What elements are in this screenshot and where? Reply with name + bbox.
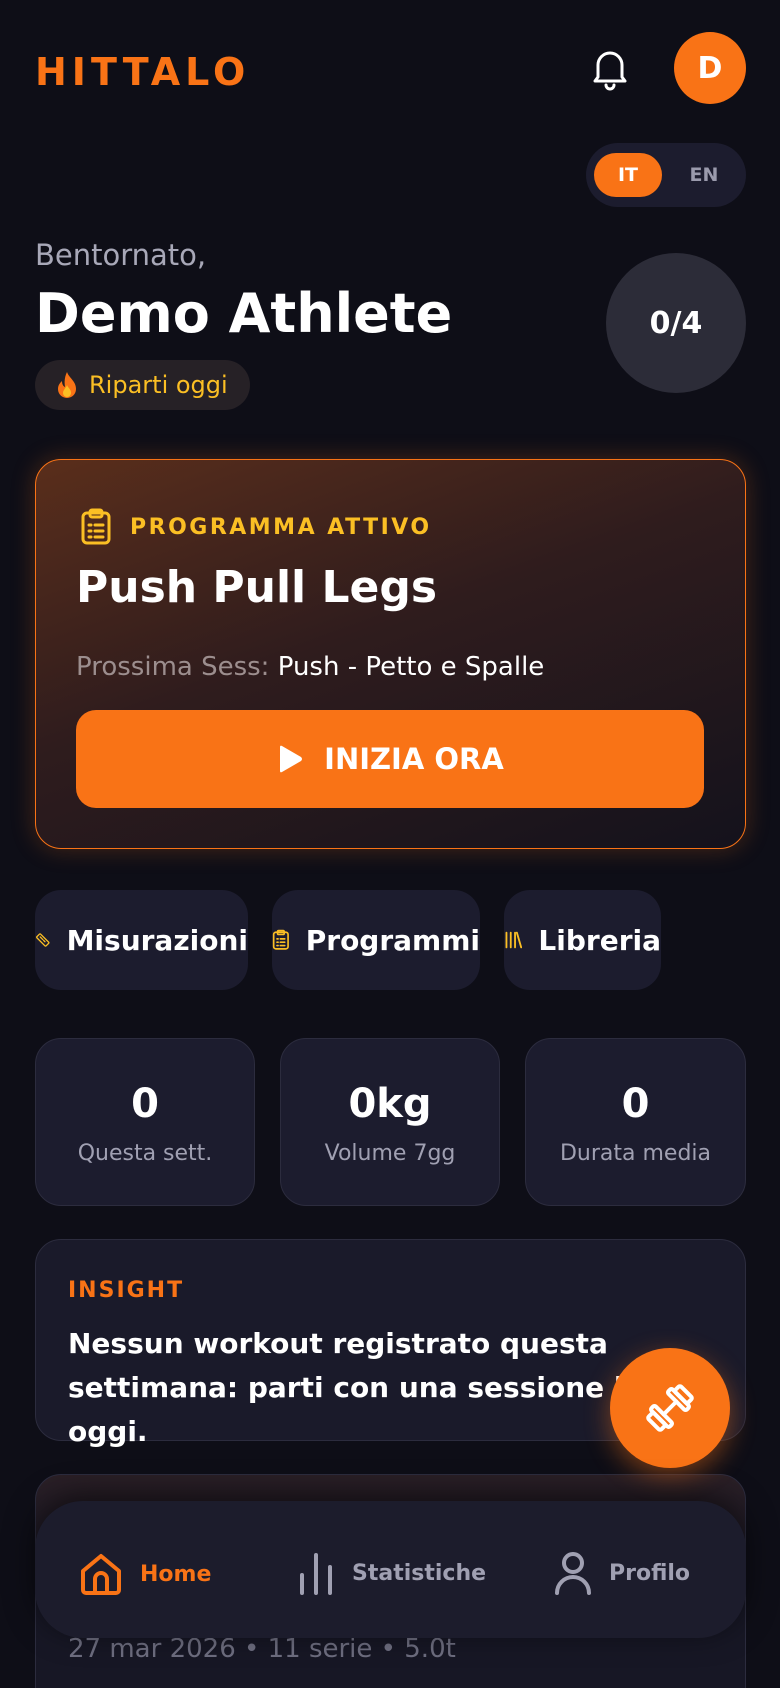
stat-label: Volume 7gg: [324, 1141, 456, 1166]
home-icon: [81, 1554, 121, 1595]
app-logo: HITTALO: [35, 50, 251, 94]
stat-value: 0: [621, 1081, 650, 1127]
stats-icon: [300, 1553, 332, 1595]
streak-badge: Riparti oggi: [35, 360, 250, 410]
clipboard-icon: [272, 929, 289, 950]
ruler-icon: [36, 933, 50, 947]
next-session-label: Prossima Sess:: [76, 652, 270, 682]
program-title: Push Pull Legs: [76, 562, 438, 613]
notifications-bell-icon[interactable]: [586, 44, 634, 92]
lang-option-it[interactable]: IT: [594, 153, 662, 197]
user-avatar[interactable]: D: [674, 32, 746, 104]
language-switch: IT EN: [586, 143, 746, 207]
play-icon: [280, 745, 303, 773]
start-now-label: INIZIA ORA: [324, 742, 504, 776]
quick-link-label: Programmi: [305, 923, 480, 957]
library-icon: [505, 931, 523, 949]
nav-item-stats[interactable]: Statistiche: [296, 1551, 486, 1595]
quick-link-programs[interactable]: Programmi: [272, 890, 480, 990]
program-label: PROGRAMMA ATTIVO: [80, 508, 432, 546]
stat-card-week: 0 Questa sett.: [35, 1038, 255, 1206]
stat-card-volume: 0kg Volume 7gg: [280, 1038, 500, 1206]
flame-icon: [58, 372, 76, 398]
next-session: Prossima Sess: Push - Petto e Spalle: [76, 652, 544, 682]
stat-label: Questa sett.: [77, 1141, 213, 1166]
next-session-value: Push - Petto e Spalle: [277, 652, 545, 682]
nav-item-label: Statistiche: [352, 1560, 487, 1586]
quick-link-measurements[interactable]: Misurazioni: [35, 890, 248, 990]
nav-item-profile[interactable]: Profilo: [553, 1551, 690, 1595]
quick-link-label: Misurazioni: [66, 923, 248, 957]
program-label-text: PROGRAMMA ATTIVO: [130, 514, 432, 540]
stat-value: 0: [131, 1081, 159, 1127]
stat-label: Durata media: [559, 1141, 712, 1166]
recent-workout-meta: 27 mar 2026 • 11 serie • 5.0t: [68, 1634, 456, 1664]
user-name: Demo Athlete: [35, 282, 453, 345]
start-now-button[interactable]: INIZIA ORA: [76, 710, 704, 808]
nav-item-label: Profilo: [609, 1560, 691, 1586]
welcome-text: Bentornato,: [35, 238, 207, 272]
quick-link-library[interactable]: Libreria: [504, 890, 661, 990]
streak-label: Riparti oggi: [89, 371, 228, 399]
weekly-progress-ring: 0/4: [606, 253, 746, 393]
lang-option-en[interactable]: EN: [670, 153, 738, 197]
insight-text: Nessun workout registrato questa settima…: [68, 1327, 704, 1448]
nav-item-label: Home: [140, 1561, 212, 1587]
stat-card-duration: 0 Durata media: [525, 1038, 746, 1206]
insight-title: INSIGHT: [68, 1278, 185, 1303]
quick-link-label: Libreria: [538, 923, 661, 957]
quick-workout-fab[interactable]: [610, 1348, 730, 1468]
nav-item-home[interactable]: Home: [78, 1551, 211, 1597]
dumbbell-icon: [646, 1384, 694, 1432]
stat-value: 0kg: [348, 1081, 432, 1127]
clipboard-icon: [81, 508, 111, 545]
profile-icon: [555, 1552, 591, 1595]
